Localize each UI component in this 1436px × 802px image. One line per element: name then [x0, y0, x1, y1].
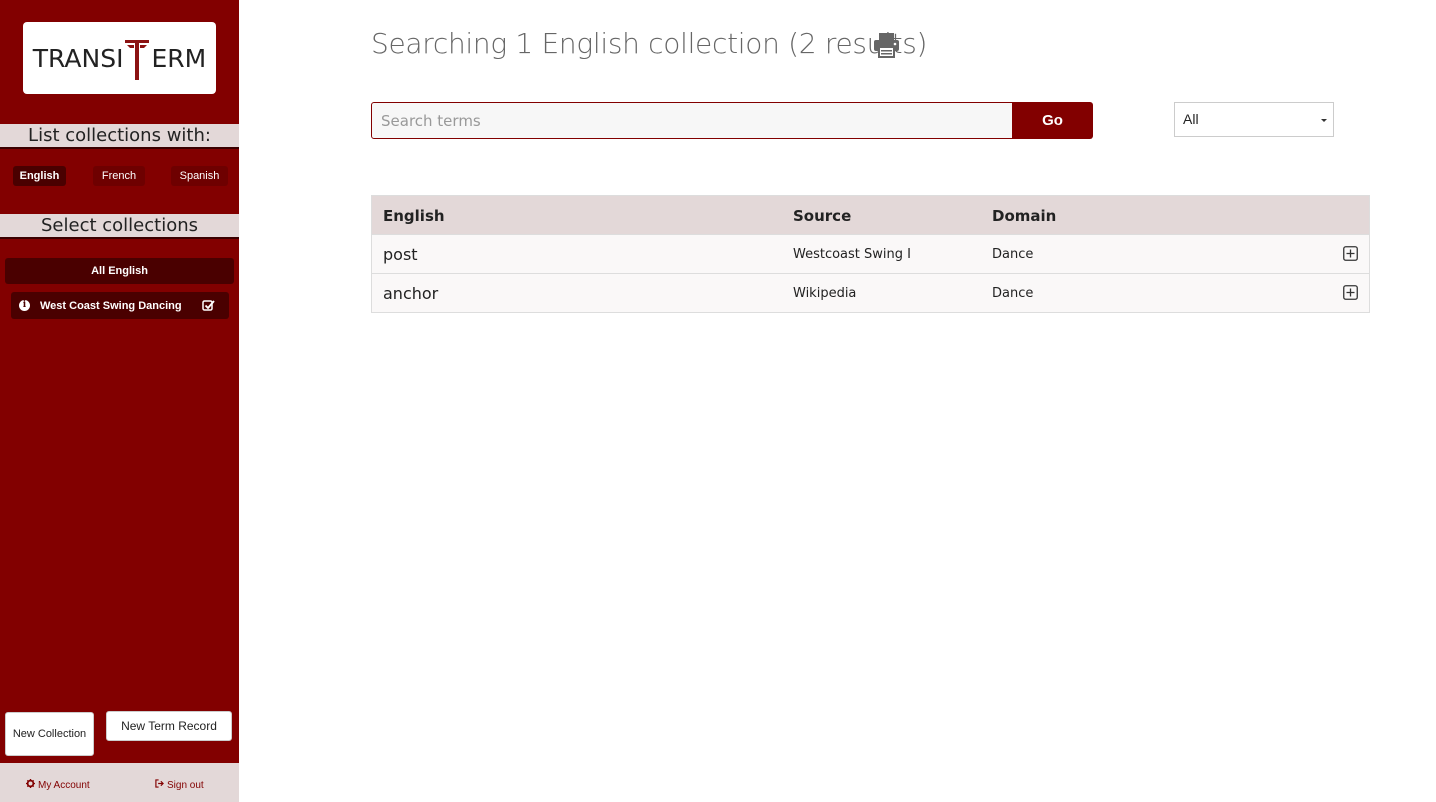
logo[interactable]: TRANSI ERM [23, 22, 216, 94]
column-header-domain: Domain [992, 207, 1057, 225]
filter-select[interactable]: All [1174, 102, 1334, 137]
sign-out-link[interactable]: Sign out [155, 779, 204, 791]
sidebar: TRANSI ERM List collections with: Englis… [0, 0, 239, 802]
table-row[interactable]: post Westcoast Swing I Dance [372, 234, 1369, 273]
results-table: English Source Domain post Westcoast Swi… [371, 195, 1370, 313]
sidebar-footer: My Account Sign out [0, 763, 239, 802]
sign-out-icon [155, 779, 164, 791]
table-row[interactable]: anchor Wikipedia Dance [372, 273, 1369, 312]
term-cell[interactable]: post [383, 245, 418, 264]
my-account-label: My Account [38, 779, 90, 791]
new-term-record-button[interactable]: New Term Record [106, 711, 232, 741]
logo-wordmark: TRANSI ERM [33, 36, 206, 80]
expand-plus-icon[interactable] [1343, 246, 1358, 261]
table-header: English Source Domain [372, 196, 1369, 234]
my-account-link[interactable]: My Account [26, 779, 90, 791]
logo-t-icon [124, 36, 150, 80]
column-header-english: English [383, 207, 445, 225]
search-input[interactable] [371, 102, 1013, 139]
info-icon[interactable]: i [19, 300, 30, 311]
go-button[interactable]: Go [1012, 102, 1093, 139]
language-spanish-button[interactable]: Spanish [171, 166, 228, 186]
column-header-source: Source [793, 207, 852, 225]
app-window: TRANSI ERM List collections with: Englis… [0, 0, 1436, 802]
new-collection-button[interactable]: New Collection [5, 712, 94, 756]
checked-checkbox-icon[interactable] [201, 299, 215, 313]
source-cell: Wikipedia [793, 286, 857, 301]
term-cell[interactable]: anchor [383, 284, 438, 303]
language-filter: English French Spanish [0, 166, 239, 186]
list-collections-heading: List collections with: [0, 124, 239, 149]
source-cell: Westcoast Swing I [793, 247, 911, 262]
caret-down-icon [1321, 119, 1327, 122]
language-english-button[interactable]: English [13, 166, 66, 186]
logo-text-right: ERM [151, 43, 207, 73]
all-english-button[interactable]: All English [5, 258, 234, 284]
logo-text-left: TRANSI [32, 43, 124, 73]
collection-label: West Coast Swing Dancing [40, 299, 182, 312]
filter-select-value: All [1183, 111, 1199, 127]
domain-cell: Dance [992, 286, 1034, 301]
print-icon[interactable] [873, 32, 900, 58]
domain-cell: Dance [992, 247, 1034, 262]
language-french-button[interactable]: French [93, 166, 145, 186]
select-collections-heading: Select collections [0, 214, 239, 239]
expand-plus-icon[interactable] [1343, 285, 1358, 300]
collection-item[interactable]: i West Coast Swing Dancing [11, 292, 229, 319]
gear-icon [26, 779, 35, 791]
sign-out-label: Sign out [167, 779, 204, 791]
page-title: Searching 1 English collection (2 result… [371, 27, 928, 60]
